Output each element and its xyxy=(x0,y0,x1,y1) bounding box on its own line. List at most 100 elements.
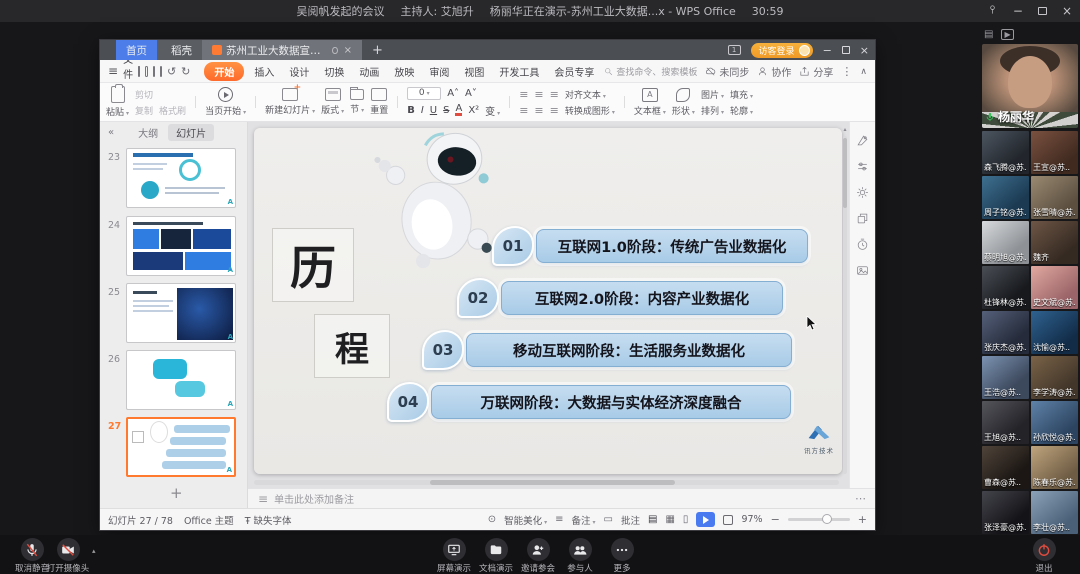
italic-button[interactable]: I xyxy=(421,105,424,116)
menu-tab-member[interactable]: 会员专享 xyxy=(549,63,599,80)
menu-tab-animation[interactable]: 动画 xyxy=(354,63,384,80)
share-button[interactable]: 分享 xyxy=(799,64,833,79)
slide-canvas-area[interactable]: 历 程 01 互联网1.0阶段：传统广告业数据化 02 互联网2.0阶段：内容产… xyxy=(248,122,849,488)
command-search[interactable]: 查找命令、搜索模板 xyxy=(604,65,697,78)
tab-docer[interactable]: 稻壳 xyxy=(157,40,202,60)
object-layer-tool-icon[interactable] xyxy=(856,212,869,225)
menu-tab-view[interactable]: 视图 xyxy=(459,63,489,80)
slide-title-char-2[interactable]: 程 xyxy=(314,314,390,378)
media-tool-icon[interactable] xyxy=(856,264,869,277)
smart-beautify-button[interactable]: 智能美化 xyxy=(504,513,547,527)
align-text-button[interactable]: 对齐文本 xyxy=(565,88,606,101)
slide-thumbnail-27-current[interactable]: A xyxy=(126,417,236,477)
zoom-level[interactable]: 97% xyxy=(741,514,762,525)
close-icon[interactable]: × xyxy=(1062,4,1072,18)
participant-tile[interactable]: 森飞腾@苏.. xyxy=(982,131,1029,174)
strikethrough-button[interactable]: S xyxy=(443,105,449,116)
fit-window-icon[interactable] xyxy=(723,515,733,525)
sync-status[interactable]: 未同步 xyxy=(705,64,749,79)
notes-more-icon[interactable]: ⋯ xyxy=(855,492,867,505)
print-icon[interactable] xyxy=(153,66,155,77)
stage-number-2[interactable]: 02 xyxy=(457,278,499,318)
zoom-in-icon[interactable]: + xyxy=(858,513,867,526)
decrease-font-icon[interactable]: A˅ xyxy=(465,88,477,99)
invite-button[interactable]: 邀请参会 xyxy=(520,538,556,574)
participant-tile[interactable]: 张雪晴@苏.. xyxy=(1031,176,1078,219)
slide-thumbnail-24[interactable]: A xyxy=(126,216,236,276)
cut-button[interactable]: 剪切 xyxy=(135,88,153,101)
menu-tab-devtools[interactable]: 开发工具 xyxy=(494,63,544,80)
tab-outline[interactable]: 大纲 xyxy=(138,125,158,140)
layout-toggle-icon[interactable]: ▤ xyxy=(984,29,993,40)
presenter-video[interactable]: 杨丽华 xyxy=(982,44,1078,128)
participant-tile[interactable]: 孙欣悦@苏.. xyxy=(1031,401,1078,444)
collapse-panel-icon[interactable]: « xyxy=(108,127,114,138)
picture-button[interactable]: 图片 xyxy=(701,88,724,101)
beautify-tool-icon[interactable] xyxy=(856,134,869,147)
preview-icon[interactable] xyxy=(160,66,162,77)
play-from-current-button[interactable]: 当页开始 xyxy=(205,87,246,117)
line-spacing-icon[interactable] xyxy=(550,104,559,117)
animation-tool-icon[interactable] xyxy=(856,186,869,199)
copy-button[interactable]: 复制 xyxy=(135,104,153,117)
exit-meeting-button[interactable]: 退出 xyxy=(1016,538,1072,574)
underline-button[interactable]: U xyxy=(430,105,437,116)
missing-font-warning[interactable]: Ŧ 缺失字体 xyxy=(245,513,292,527)
font-size-combo[interactable]: 0 xyxy=(407,87,441,100)
participant-tile[interactable]: 王宣@苏.. xyxy=(1031,131,1078,174)
textbox-button[interactable]: A文本框 xyxy=(634,88,666,117)
slide-thumbnail-25[interactable]: A xyxy=(126,283,236,343)
comment-button[interactable]: 批注 xyxy=(621,513,640,527)
stage-number-1[interactable]: 01 xyxy=(492,226,534,266)
slide-27[interactable]: 历 程 01 互联网1.0阶段：传统广告业数据化 02 互联网2.0阶段：内容产… xyxy=(254,128,842,474)
paste-button[interactable]: 粘贴 xyxy=(106,86,129,118)
note-button[interactable]: 备注 xyxy=(572,513,596,527)
members-button[interactable]: 参与人 xyxy=(562,538,598,574)
menu-tab-transition[interactable]: 切换 xyxy=(319,63,349,80)
convert-smartart-button[interactable]: 转换成图形 xyxy=(565,104,615,117)
stage-text-1[interactable]: 互联网1.0阶段：传统广告业数据化 xyxy=(536,229,808,263)
minimize-icon[interactable]: − xyxy=(1013,4,1023,18)
stage-number-4[interactable]: 04 xyxy=(387,382,429,422)
tab-document[interactable]: 苏州工业大数据宣讲2021.pptx × xyxy=(202,40,362,60)
menu-tab-slideshow[interactable]: 放映 xyxy=(389,63,419,80)
font-color-button[interactable]: A xyxy=(455,104,462,116)
timer-tool-icon[interactable] xyxy=(856,238,869,251)
stage-number-3[interactable]: 03 xyxy=(422,330,464,370)
horizontal-scrollbar[interactable] xyxy=(254,480,839,485)
properties-tool-icon[interactable] xyxy=(856,160,869,173)
participant-tile[interactable]: 陈春乐@苏.. xyxy=(1031,446,1078,489)
tab-home[interactable]: 首页 xyxy=(116,40,157,60)
align-center-icon[interactable] xyxy=(534,104,543,117)
menu-tab-review[interactable]: 审阅 xyxy=(424,63,454,80)
restore-icon[interactable] xyxy=(1038,7,1047,15)
text-effect-button[interactable]: 变 xyxy=(485,103,500,118)
align-left-icon[interactable] xyxy=(519,104,528,117)
tab-pin-icon[interactable] xyxy=(332,47,337,54)
stage-text-2[interactable]: 互联网2.0阶段：内容产业数据化 xyxy=(501,281,783,315)
shape-button[interactable]: 形状 xyxy=(672,88,695,117)
participant-tile[interactable]: 李壮@苏.. xyxy=(1031,491,1078,534)
format-painter-button[interactable]: 格式刷 xyxy=(159,104,186,117)
notes-placeholder[interactable]: 单击此处添加备注 xyxy=(274,491,354,506)
menu-tab-design[interactable]: 设计 xyxy=(284,63,314,80)
participant-tile[interactable]: 王旭@苏.. xyxy=(982,401,1029,444)
tab-close-icon[interactable]: × xyxy=(344,45,352,56)
participant-tile[interactable]: 蔡明旭@苏.. xyxy=(982,221,1029,264)
menu-tab-start[interactable]: 开始 xyxy=(204,62,244,81)
add-slide-button[interactable]: + xyxy=(170,484,183,502)
zoom-out-icon[interactable]: − xyxy=(771,513,780,526)
pin-icon[interactable] xyxy=(987,4,998,18)
camera-options-icon[interactable]: ▴ xyxy=(92,547,96,555)
more-menu-icon[interactable] xyxy=(841,65,852,78)
participant-tile[interactable]: 周子铭@苏.. xyxy=(982,176,1029,219)
zoom-slider-knob[interactable] xyxy=(822,514,832,524)
arrange-button[interactable]: 排列 xyxy=(701,104,724,117)
participant-tile[interactable]: 张泽豪@苏.. xyxy=(982,491,1029,534)
camera-button[interactable]: 打开摄像头 xyxy=(40,538,96,574)
slide-thumbnail-26[interactable]: A xyxy=(126,350,236,410)
tab-slides[interactable]: 幻灯片 xyxy=(168,124,214,141)
screen-share-button[interactable]: 屏幕演示 xyxy=(436,538,472,574)
output-icon[interactable] xyxy=(145,66,147,77)
new-slide-button[interactable]: 新建幻灯片 xyxy=(265,88,315,116)
